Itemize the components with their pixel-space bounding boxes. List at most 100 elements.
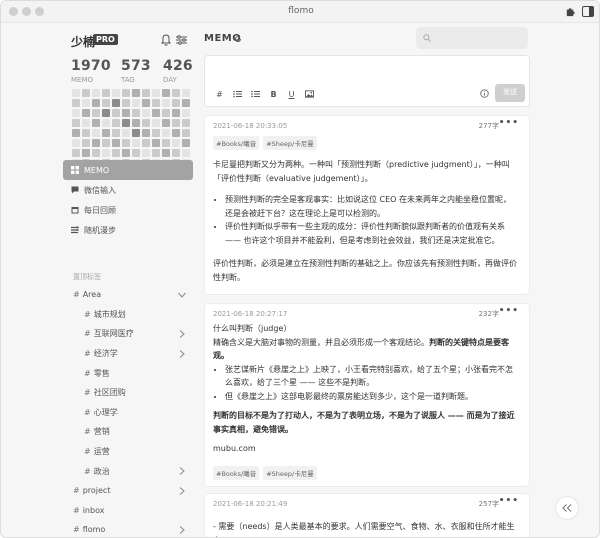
tag-item[interactable]: # 互联网医疗 bbox=[63, 324, 193, 344]
more-options-icon[interactable]: ••• bbox=[499, 118, 519, 128]
heatmap-cell[interactable] bbox=[172, 99, 180, 107]
heatmap-cell[interactable] bbox=[82, 119, 90, 127]
heatmap-cell[interactable] bbox=[72, 119, 80, 127]
heatmap-cell[interactable] bbox=[182, 99, 190, 107]
tag-item[interactable]: # 心理学 bbox=[63, 403, 193, 423]
tag-item[interactable]: # flomo bbox=[63, 520, 193, 537]
heatmap-cell[interactable] bbox=[132, 139, 140, 147]
more-options-icon[interactable]: ••• bbox=[499, 496, 519, 506]
tag-item[interactable]: # 城市规划 bbox=[63, 305, 193, 325]
memo-tag[interactable]: #Books/曦音 bbox=[213, 466, 260, 480]
memo-tag[interactable]: #Books/曦音 bbox=[213, 136, 260, 150]
heatmap-cell[interactable] bbox=[152, 149, 160, 157]
heatmap-cell[interactable] bbox=[182, 139, 190, 147]
tag-item[interactable]: # 社区团购 bbox=[63, 383, 193, 403]
heatmap-cell[interactable] bbox=[92, 99, 100, 107]
heatmap-cell[interactable] bbox=[102, 89, 110, 97]
memo-card[interactable]: 2021-06-18 20:33:05 277字 ••• #Books/曦音 #… bbox=[204, 115, 530, 295]
heatmap-cell[interactable] bbox=[102, 99, 110, 107]
tag-item[interactable]: # 政治 bbox=[63, 461, 193, 481]
heatmap-cell[interactable] bbox=[162, 149, 170, 157]
heatmap-cell[interactable] bbox=[72, 109, 80, 117]
heatmap-cell[interactable] bbox=[102, 109, 110, 117]
heatmap-cell[interactable] bbox=[152, 99, 160, 107]
image-button[interactable] bbox=[305, 90, 314, 99]
heatmap-cell[interactable] bbox=[82, 139, 90, 147]
heatmap-cell[interactable] bbox=[122, 89, 130, 97]
heatmap-cell[interactable] bbox=[102, 139, 110, 147]
tag-item[interactable]: # 运营 bbox=[63, 442, 193, 462]
heatmap-cell[interactable] bbox=[112, 89, 120, 97]
heatmap-cell[interactable] bbox=[112, 139, 120, 147]
memo-editor[interactable]: # B U 发送 bbox=[204, 55, 530, 107]
numbered-list-button[interactable] bbox=[251, 90, 260, 99]
heatmap-cell[interactable] bbox=[102, 119, 110, 127]
heatmap-cell[interactable] bbox=[82, 109, 90, 117]
heatmap-cell[interactable] bbox=[142, 139, 150, 147]
heatmap-cell[interactable] bbox=[172, 119, 180, 127]
heatmap-cell[interactable] bbox=[122, 129, 130, 137]
heatmap-cell[interactable] bbox=[82, 89, 90, 97]
bullet-list-button[interactable] bbox=[233, 90, 242, 99]
memo-link[interactable]: mubu.com bbox=[213, 442, 518, 456]
search-box[interactable] bbox=[416, 27, 528, 49]
heatmap-cell[interactable] bbox=[162, 139, 170, 147]
heatmap-cell[interactable] bbox=[72, 149, 80, 157]
heatmap-cell[interactable] bbox=[172, 109, 180, 117]
tag-item[interactable]: # inbox bbox=[63, 501, 193, 521]
heatmap-cell[interactable] bbox=[102, 149, 110, 157]
memo-card[interactable]: 2021-06-18 20:21:49 257字 ••• - 需要（needs）… bbox=[204, 493, 530, 537]
heatmap-cell[interactable] bbox=[182, 129, 190, 137]
memo-card[interactable]: 2021-06-18 20:27:17 232字 ••• 什么叫判断（judge… bbox=[204, 303, 530, 487]
settings-sliders-icon[interactable] bbox=[176, 35, 187, 45]
username[interactable]: 少楠 bbox=[71, 33, 95, 50]
heatmap-cell[interactable] bbox=[132, 149, 140, 157]
heatmap-cell[interactable] bbox=[152, 129, 160, 137]
chevron-down-icon[interactable] bbox=[178, 292, 186, 298]
heatmap-cell[interactable] bbox=[92, 119, 100, 127]
heatmap-cell[interactable] bbox=[162, 99, 170, 107]
heatmap-cell[interactable] bbox=[172, 149, 180, 157]
heatmap-cell[interactable] bbox=[92, 139, 100, 147]
heatmap-cell[interactable] bbox=[182, 89, 190, 97]
send-button[interactable]: 发送 bbox=[495, 84, 525, 102]
heatmap-cell[interactable] bbox=[92, 89, 100, 97]
nav-item-memo[interactable]: MEMO bbox=[63, 160, 193, 180]
bold-button[interactable]: B bbox=[269, 90, 278, 99]
heatmap-cell[interactable] bbox=[132, 119, 140, 127]
heatmap-cell[interactable] bbox=[152, 109, 160, 117]
nav-item-random-walk[interactable]: 随机漫步 bbox=[63, 220, 193, 240]
heatmap-cell[interactable] bbox=[142, 129, 150, 137]
heatmap-cell[interactable] bbox=[152, 89, 160, 97]
nav-item-wechat-input[interactable]: 微信输入 bbox=[63, 180, 193, 200]
chevron-right-icon[interactable] bbox=[179, 467, 185, 476]
heatmap-cell[interactable] bbox=[132, 89, 140, 97]
memo-tag[interactable]: #Sheep/卡尼曼 bbox=[263, 466, 317, 480]
chevron-right-icon[interactable] bbox=[179, 526, 185, 535]
heatmap-cell[interactable] bbox=[152, 139, 160, 147]
info-icon[interactable] bbox=[480, 89, 489, 98]
heatmap-cell[interactable] bbox=[72, 139, 80, 147]
heatmap-cell[interactable] bbox=[112, 119, 120, 127]
heatmap-cell[interactable] bbox=[172, 89, 180, 97]
memo-tag[interactable]: #Sheep/卡尼曼 bbox=[263, 136, 317, 150]
heatmap-cell[interactable] bbox=[102, 129, 110, 137]
heatmap-cell[interactable] bbox=[82, 99, 90, 107]
puzzle-icon[interactable] bbox=[565, 6, 576, 17]
hashtag-button[interactable]: # bbox=[215, 90, 224, 99]
heatmap-cell[interactable] bbox=[72, 89, 80, 97]
memo-input[interactable] bbox=[211, 60, 523, 80]
chevron-right-icon[interactable] bbox=[179, 330, 185, 339]
heatmap-cell[interactable] bbox=[182, 109, 190, 117]
heatmap-cell[interactable] bbox=[132, 129, 140, 137]
heatmap-cell[interactable] bbox=[122, 99, 130, 107]
heatmap-cell[interactable] bbox=[142, 119, 150, 127]
heatmap-cell[interactable] bbox=[92, 109, 100, 117]
heatmap-cell[interactable] bbox=[122, 149, 130, 157]
heatmap-cell[interactable] bbox=[162, 89, 170, 97]
heatmap-cell[interactable] bbox=[162, 119, 170, 127]
heatmap-cell[interactable] bbox=[82, 149, 90, 157]
heatmap-cell[interactable] bbox=[132, 99, 140, 107]
sidebar-toggle-icon[interactable] bbox=[582, 6, 594, 17]
heatmap-cell[interactable] bbox=[112, 149, 120, 157]
